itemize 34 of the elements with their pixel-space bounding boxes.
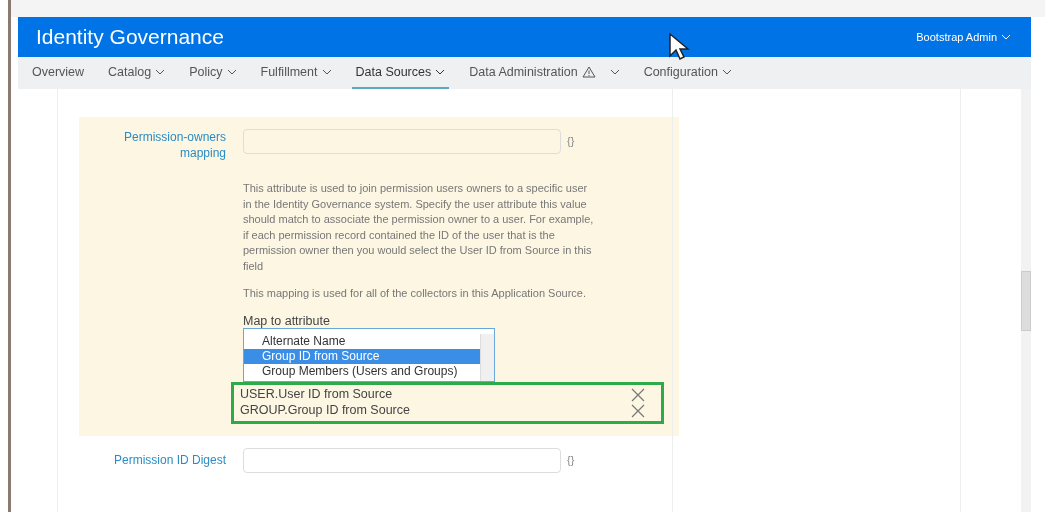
list-option[interactable]: Group Members (Users and Groups) (244, 363, 480, 379)
chevron-down-icon (1001, 34, 1011, 40)
chevron-down-icon (155, 69, 166, 75)
scrollbar (480, 333, 494, 381)
help-paragraph: This mapping is used for all of the collectors in this Application Source. (243, 286, 587, 301)
user-menu[interactable]: Bootstrap Admin (916, 28, 1011, 46)
attribute-listbox[interactable]: Alternate Name Group ID from Source Group Members (Users and Groups) (243, 327, 495, 382)
chevron-down-icon (321, 69, 332, 75)
chevron-down-icon (435, 69, 446, 75)
mapping-entry: GROUP.Group ID from Source (240, 402, 410, 420)
chevron-down-icon (226, 69, 237, 75)
close-icon[interactable] (631, 387, 645, 402)
nav-tab[interactable]: Policy (185, 57, 241, 89)
braces-label: {} (567, 134, 575, 149)
app-title: Identity Governance (36, 24, 224, 51)
chevron-down-icon (609, 69, 620, 75)
chevron-down-icon (722, 69, 732, 75)
field-label: Permission ID Digest (112, 452, 226, 469)
map-label: Map to attribute (243, 313, 331, 328)
help-paragraph: This attribute is used to join permission users owners to a specific user in the Identity Governance system. Specify the user attribute this value should match to associate the permission owner to a user. For example, if each permission record contained the ID of the user that is the permission owner then you would select the User ID from Source in this field (243, 181, 595, 274)
field-label: Permission-owners mapping (122, 129, 226, 161)
nav-tab[interactable]: Data Administration (465, 57, 624, 89)
nav-tab[interactable]: Fulfillment (256, 57, 336, 89)
mapping-entry: USER.User ID from Source (240, 386, 393, 404)
nav-tab[interactable]: Catalog (104, 57, 170, 89)
braces-label: {} (567, 452, 575, 468)
nav-tab[interactable]: Data Sources (351, 57, 450, 89)
close-icon[interactable] (631, 403, 645, 418)
nav-tab[interactable]: Overview (28, 57, 89, 89)
warning-icon (581, 66, 596, 78)
mouse-cursor-icon (668, 32, 690, 62)
list-option[interactable]: Alternate Name (244, 333, 480, 349)
mapping-field[interactable] (243, 129, 561, 154)
digest-field[interactable] (243, 447, 561, 473)
